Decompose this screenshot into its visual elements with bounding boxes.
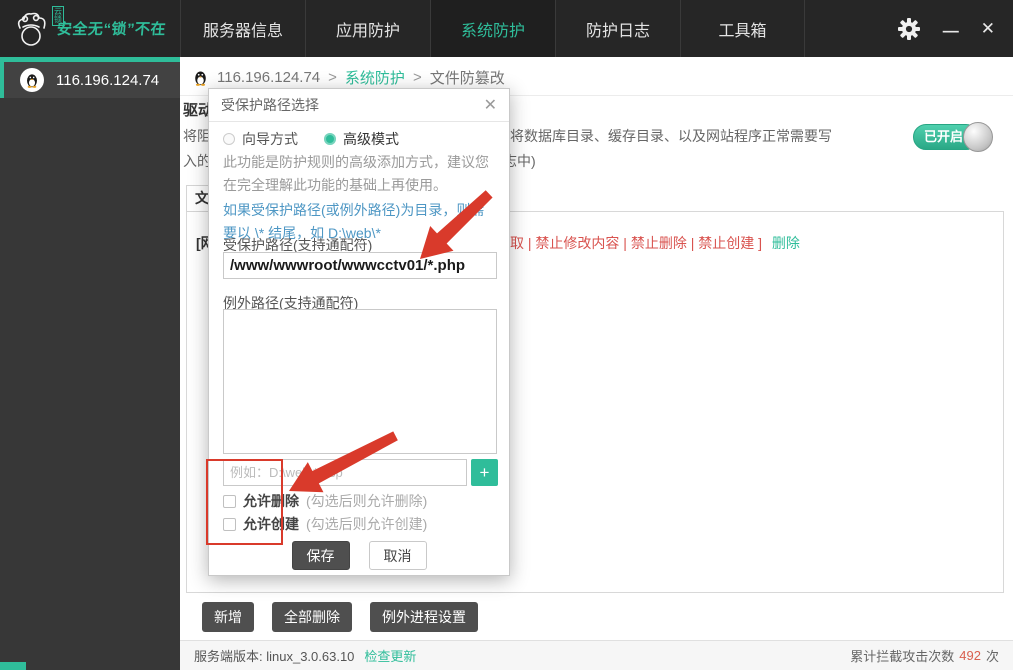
exception-path-textarea[interactable]	[223, 309, 497, 454]
tab-toolbox[interactable]: 工具箱	[680, 0, 805, 57]
dialog-buttons: 保存 取消	[209, 541, 509, 570]
rule-restrictions[interactable]: 读取 | 禁止修改内容 | 禁止删除 | 禁止创建 ]	[496, 235, 762, 251]
protected-path-input[interactable]	[223, 252, 497, 279]
breadcrumb-server-ip[interactable]: 116.196.124.74	[217, 69, 320, 86]
toggle-knob[interactable]	[963, 122, 993, 152]
allow-delete-label: 允许删除	[243, 493, 299, 509]
lock-mascot-icon	[17, 12, 46, 46]
radio-advanced-label: 高级模式	[343, 131, 399, 147]
server-version-text: 服务端版本: linux_3.0.63.10	[194, 649, 355, 664]
checkbox-icon[interactable]	[223, 494, 236, 508]
app-logo: 云锁 安全无“锁”不在	[0, 0, 180, 57]
status-bar: 服务端版本: linux_3.0.63.10 检查更新 累计拦截攻击次数 492…	[180, 640, 1013, 670]
dialog-close-icon[interactable]: ✕	[484, 95, 497, 115]
add-path-button[interactable]: +	[471, 459, 498, 486]
protected-path-dialog: 受保护路径选择 ✕ 向导方式 高级模式 此功能是防护规则的高级添加方式，建议您在…	[208, 88, 510, 576]
server-sidebar: 116.196.124.74	[0, 57, 180, 670]
check-update-link[interactable]: 检查更新	[364, 646, 416, 665]
allow-create-label: 允许创建	[243, 516, 299, 532]
minimize-button[interactable]: —	[943, 23, 959, 41]
linux-penguin-icon	[195, 71, 206, 86]
allow-delete-hint: (勾选后则允许删除)	[306, 493, 428, 509]
breadcrumb: 116.196.124.74 > 系统防护 > 文件防篡改	[192, 67, 505, 88]
delete-all-button[interactable]: 全部删除	[272, 602, 352, 632]
checkbox-icon[interactable]	[223, 517, 236, 531]
tab-app-protection[interactable]: 应用防护	[305, 0, 430, 57]
dialog-title: 受保护路径选择	[221, 97, 319, 113]
breadcrumb-section[interactable]: 系统防护	[345, 67, 405, 88]
radio-advanced-mode[interactable]: 高级模式	[324, 129, 399, 149]
attack-counter-label: 累计拦截攻击次数	[850, 649, 955, 664]
attack-counter-value: 492	[959, 648, 981, 663]
rules-toolbar: 新增 全部删除 例外进程设置	[202, 602, 478, 632]
dialog-description: 此功能是防护规则的高级添加方式，建议您在完全理解此功能的基础上再使用。	[223, 154, 489, 193]
tab-system-protection[interactable]: 系统防护	[430, 0, 555, 57]
logo-slogan: 安全无“锁”不在	[56, 21, 167, 38]
allow-create-checkbox-row[interactable]: 允许创建 (勾选后则允许创建)	[223, 514, 427, 534]
add-rule-button[interactable]: 新增	[202, 602, 254, 632]
allow-delete-checkbox-row[interactable]: 允许删除 (勾选后则允许删除)	[223, 491, 427, 511]
breadcrumb-separator: >	[412, 69, 422, 86]
save-button[interactable]: 保存	[291, 541, 350, 570]
radio-selected-icon[interactable]	[324, 133, 336, 145]
breadcrumb-page: 文件防篡改	[429, 70, 505, 87]
protection-toggle[interactable]: 已开启	[913, 122, 993, 152]
allow-create-hint: (勾选后则允许创建)	[306, 516, 428, 532]
window-controls: — ✕	[897, 0, 1013, 57]
close-window-button[interactable]: ✕	[981, 19, 995, 39]
description-fragment: 将阻	[183, 128, 211, 144]
mode-radio-group: 向导方式 高级模式	[223, 129, 399, 149]
sidebar-item-server[interactable]: 116.196.124.74	[0, 62, 180, 98]
tab-protection-logs[interactable]: 防护日志	[555, 0, 680, 57]
radio-wizard-label: 向导方式	[242, 131, 298, 147]
description-fragment: 议将数据库目录、缓存目录、以及网站程序正常需要写	[496, 128, 832, 144]
dialog-header: 受保护路径选择 ✕	[209, 89, 509, 122]
radio-unselected-icon[interactable]	[223, 133, 235, 145]
exception-process-button[interactable]: 例外进程设置	[370, 602, 478, 632]
corner-decoration	[0, 662, 26, 670]
breadcrumb-separator: >	[328, 69, 337, 86]
attack-counter-unit: 次	[985, 649, 999, 664]
tab-server-info[interactable]: 服务器信息	[180, 0, 305, 57]
linux-penguin-icon	[20, 68, 44, 92]
title-bar: 云锁 安全无“锁”不在 服务器信息 应用防护 系统防护 防护日志 工具箱 — ✕	[0, 0, 1013, 57]
rule-delete-link[interactable]: 删除	[772, 235, 800, 251]
radio-wizard-mode[interactable]: 向导方式	[223, 129, 298, 149]
rule-permission-links[interactable]: 读取 | 禁止修改内容 | 禁止删除 | 禁止创建 ] 删除	[496, 233, 800, 253]
settings-gear-icon[interactable]	[897, 17, 921, 41]
attack-counter: 累计拦截攻击次数 492 次	[850, 646, 999, 665]
cancel-button[interactable]: 取消	[368, 541, 427, 570]
description-fragment: 入的	[183, 153, 211, 169]
add-path-input[interactable]	[223, 459, 467, 486]
sidebar-server-ip: 116.196.124.74	[56, 71, 160, 89]
main-nav: 服务器信息 应用防护 系统防护 防护日志 工具箱	[180, 0, 805, 57]
